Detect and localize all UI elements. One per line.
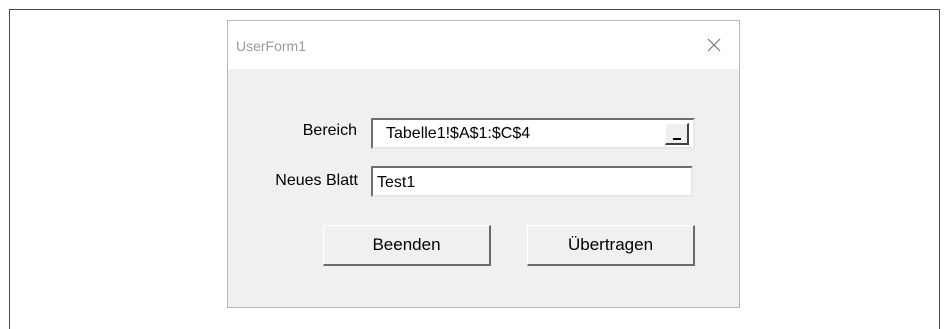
collapse-dialog-icon	[673, 138, 681, 140]
bereich-refedit-field[interactable]: Tabelle1!$A$1:$C$4	[371, 118, 695, 149]
beenden-button[interactable]: Beenden	[323, 225, 491, 266]
userform-dialog: UserForm1 Bereich Tabelle1!$A$1:$C$4 Neu…	[227, 20, 740, 308]
close-icon	[707, 38, 721, 52]
title-bar: UserForm1	[228, 21, 739, 69]
dialog-title: UserForm1	[236, 38, 307, 54]
bereich-label: Bereich	[302, 122, 357, 139]
neues-blatt-value: Test1	[377, 174, 416, 191]
close-button[interactable]	[701, 33, 727, 57]
neues-blatt-input[interactable]: Test1	[371, 166, 693, 197]
uebertragen-button[interactable]: Übertragen	[527, 225, 695, 266]
collapse-dialog-button[interactable]	[665, 123, 689, 145]
bereich-value: Tabelle1!$A$1:$C$4	[386, 125, 531, 142]
neues-blatt-label: Neues Blatt	[275, 172, 358, 189]
